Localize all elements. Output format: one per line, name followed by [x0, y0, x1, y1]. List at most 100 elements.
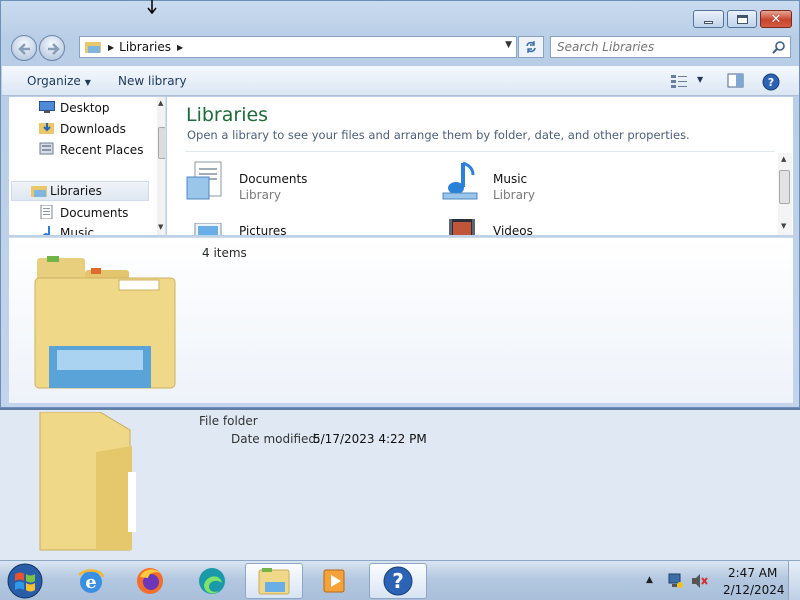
- library-name: Videos: [493, 224, 533, 235]
- volume-muted-icon[interactable]: [690, 573, 708, 589]
- refresh-icon: [526, 41, 536, 53]
- recent-places-icon: [39, 142, 54, 155]
- taskbar-internet-explorer[interactable]: e: [62, 563, 120, 599]
- taskbar-explorer[interactable]: [245, 563, 303, 599]
- nav-item-music[interactable]: Music: [9, 223, 149, 235]
- organize-label: Organize: [27, 74, 81, 88]
- music-icon: [43, 226, 50, 235]
- svg-text:?: ?: [768, 76, 774, 89]
- arrow-left-icon: [18, 43, 30, 55]
- date-modified-label: Date modified:: [231, 432, 321, 446]
- scroll-up-icon[interactable]: ▲: [158, 99, 163, 107]
- content-area: Libraries Open a library to see your fil…: [167, 97, 793, 235]
- minimize-button[interactable]: [693, 10, 724, 28]
- nav-item-downloads[interactable]: Downloads: [9, 119, 149, 139]
- address-bar[interactable]: ▶ Libraries ▶ ▼: [79, 36, 517, 58]
- desktop-icon: [39, 101, 55, 113]
- change-view-icon[interactable]: [670, 73, 688, 89]
- help-icon: ?: [383, 566, 413, 596]
- library-name: Documents: [239, 172, 308, 186]
- start-button[interactable]: [5, 562, 45, 600]
- clock-time[interactable]: 2:47 AM: [728, 566, 777, 580]
- pictures-library-icon: [194, 223, 222, 235]
- explorer-window: ✕ ▶ Libraries ▶ ▼ Organize▼ New library …: [0, 0, 800, 408]
- page-description: Open a library to see your files and arr…: [187, 128, 690, 142]
- internet-explorer-icon: e: [78, 569, 105, 593]
- minimize-icon: [704, 20, 713, 24]
- refresh-button[interactable]: [518, 36, 544, 58]
- view-options-dropdown-icon[interactable]: ▼: [697, 75, 703, 84]
- address-dropdown-icon[interactable]: ▼: [505, 40, 512, 50]
- new-library-button[interactable]: New library: [118, 74, 187, 88]
- back-button[interactable]: [11, 35, 37, 61]
- network-icon[interactable]: [666, 573, 684, 589]
- breadcrumb-libraries[interactable]: Libraries: [119, 40, 171, 54]
- page-title: Libraries: [186, 104, 269, 126]
- navigation-pane: Desktop Downloads Recent Places Librarie…: [9, 97, 166, 235]
- scrollbar-thumb[interactable]: [779, 170, 790, 204]
- library-type: Library: [493, 188, 535, 202]
- show-desktop-button[interactable]: [788, 561, 800, 600]
- nav-item-recent-places[interactable]: Recent Places: [9, 140, 149, 160]
- media-player-icon: [323, 569, 345, 593]
- explorer-icon: [258, 568, 290, 595]
- nav-item-label: Downloads: [60, 122, 126, 136]
- downloads-icon: [39, 123, 54, 134]
- maximize-button[interactable]: [727, 10, 757, 28]
- folder-large-icon: [39, 412, 136, 551]
- libraries-large-icon: [34, 256, 176, 389]
- show-hidden-icons-icon[interactable]: ▲: [646, 575, 653, 585]
- library-name: Pictures: [239, 224, 287, 235]
- organize-menu[interactable]: Organize ▼: [27, 74, 91, 88]
- search-input[interactable]: [551, 37, 761, 57]
- breadcrumb-arrow-icon[interactable]: ▶: [177, 43, 183, 52]
- libraries-icon: [31, 186, 47, 197]
- breadcrumb-arrow-icon[interactable]: ▶: [108, 43, 114, 52]
- documents-icon: [40, 205, 53, 219]
- background-window: File folder Date modified: 5/17/2023 4:2…: [0, 408, 800, 560]
- scroll-down-icon[interactable]: ▼: [158, 223, 163, 231]
- nav-item-libraries[interactable]: Libraries: [11, 181, 149, 201]
- nav-item-label: Documents: [60, 206, 129, 220]
- library-item-documents[interactable]: Documents Library: [185, 157, 425, 205]
- date-modified-value: 5/17/2023 4:22 PM: [313, 432, 427, 446]
- file-type: File folder: [199, 414, 258, 428]
- svg-text:?: ?: [392, 569, 404, 593]
- search-box[interactable]: [550, 36, 791, 58]
- scroll-down-icon[interactable]: ▼: [781, 222, 786, 230]
- nav-item-label: Desktop: [60, 101, 110, 115]
- taskbar: e ? ▲ 2:47 AM 2/12/2024: [0, 560, 800, 600]
- firefox-icon: [137, 568, 163, 594]
- library-item-videos[interactable]: Videos: [439, 213, 679, 235]
- scrollbar-thumb[interactable]: [158, 127, 165, 159]
- preview-pane-icon[interactable]: [727, 73, 745, 89]
- navigation-scrollbar[interactable]: ▲ ▼: [157, 97, 165, 235]
- close-button[interactable]: ✕: [760, 10, 792, 28]
- forward-button[interactable]: [39, 35, 65, 61]
- taskbar-firefox[interactable]: [121, 563, 179, 599]
- search-icon[interactable]: [772, 40, 786, 54]
- nav-item-desktop[interactable]: Desktop: [9, 98, 149, 118]
- arrow-right-icon: [48, 43, 60, 55]
- chevron-down-icon: ▼: [84, 78, 91, 87]
- divider: [185, 151, 775, 152]
- close-icon: ✕: [770, 11, 782, 27]
- libraries-folder-icon: [85, 42, 101, 53]
- taskbar-edge[interactable]: [183, 563, 241, 599]
- library-type: Library: [239, 188, 281, 202]
- music-library-icon: [442, 161, 478, 200]
- nav-item-documents[interactable]: Documents: [9, 203, 149, 223]
- details-pane: 4 items: [9, 237, 793, 403]
- scroll-up-icon[interactable]: ▲: [781, 155, 786, 163]
- clock-date[interactable]: 2/12/2024: [723, 583, 785, 597]
- svg-text:e: e: [85, 572, 96, 593]
- library-item-music[interactable]: Music Library: [439, 157, 679, 205]
- help-icon[interactable]: ?: [762, 73, 780, 91]
- content-scrollbar[interactable]: ▲ ▼: [778, 153, 792, 235]
- taskbar-help[interactable]: ?: [369, 563, 427, 599]
- taskbar-media-player[interactable]: [307, 563, 365, 599]
- edge-icon: [199, 568, 225, 594]
- mouse-cursor-icon: [147, 0, 157, 15]
- documents-library-icon: [186, 161, 222, 200]
- library-item-pictures[interactable]: Pictures: [185, 213, 425, 235]
